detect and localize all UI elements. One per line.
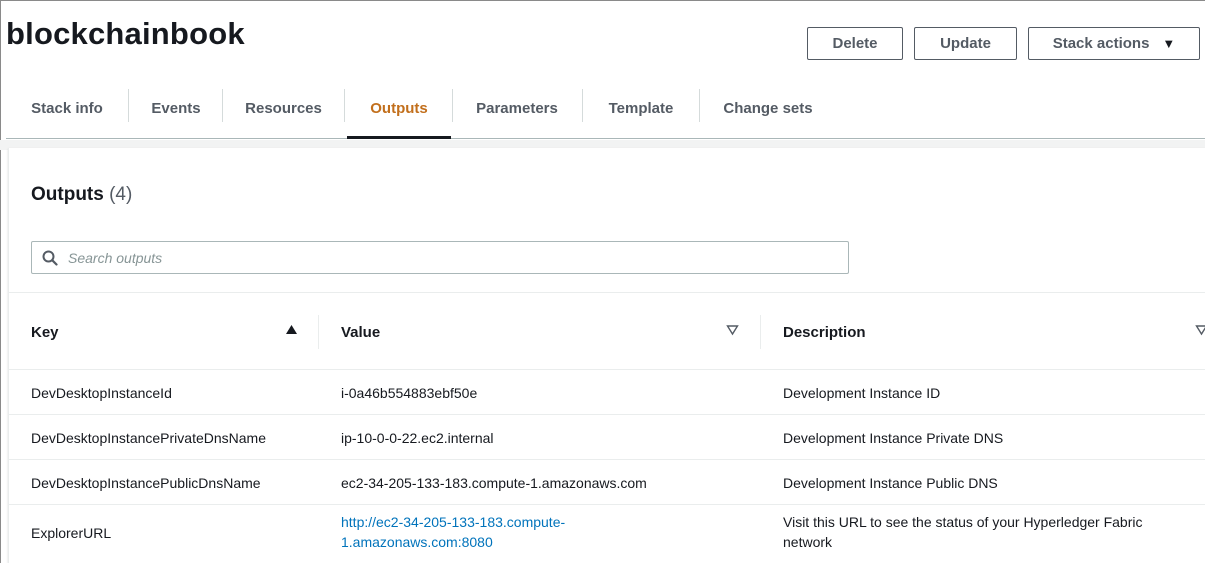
tab-template[interactable]: Template [583, 79, 699, 138]
tab-events[interactable]: Events [129, 79, 223, 138]
tab-resources[interactable]: Resources [223, 79, 344, 138]
outputs-panel: Outputs (4) Key Value Description DevDes… [8, 148, 1205, 563]
caret-down-icon: ▼ [1162, 36, 1176, 51]
output-key: ExplorerURL [31, 525, 112, 541]
table-row: ExplorerURL http://ec2-34-205-133-183.co… [9, 505, 1205, 563]
sort-icon[interactable] [726, 324, 739, 336]
table-row: DevDesktopInstanceId i-0a46b554883ebf50e… [9, 370, 1205, 415]
output-key: DevDesktopInstanceId [31, 385, 172, 401]
output-description: Development Instance ID [783, 385, 941, 401]
search-box [31, 241, 849, 274]
sort-icon[interactable] [1195, 324, 1205, 336]
output-description: Development Instance Public DNS [783, 475, 998, 491]
tab-change-sets[interactable]: Change sets [700, 79, 836, 138]
tab-outputs[interactable]: Outputs [347, 79, 451, 139]
page-title: blockchainbook [6, 16, 245, 51]
output-description: Visit this URL to see the status of your… [783, 512, 1143, 552]
explorer-url-link[interactable]: http://ec2-34-205-133-183.compute- 1.ama… [341, 512, 565, 552]
column-divider [318, 315, 319, 349]
output-key: DevDesktopInstancePublicDnsName [31, 475, 261, 491]
output-value: ip-10-0-0-22.ec2.internal [341, 430, 494, 446]
description-line: network [783, 534, 833, 550]
output-value: i-0a46b554883ebf50e [341, 385, 478, 401]
outputs-count: (4) [109, 184, 133, 205]
output-description: Development Instance Private DNS [783, 430, 1004, 446]
column-header-key[interactable]: Key [31, 293, 59, 371]
stack-actions-button[interactable]: Stack actions ▼ [1028, 27, 1200, 60]
description-line: Visit this URL to see the status of your… [783, 514, 1143, 530]
link-line: 1.amazonaws.com:8080 [341, 534, 493, 550]
outputs-title: Outputs [31, 184, 104, 205]
tab-stack-info[interactable]: Stack info [6, 79, 128, 138]
stack-actions-label: Stack actions [1052, 35, 1150, 52]
search-icon [32, 242, 68, 273]
outputs-heading: Outputs (4) [31, 184, 132, 206]
table-row: DevDesktopInstancePrivateDnsName ip-10-0… [9, 415, 1205, 460]
column-divider [760, 315, 761, 349]
update-button[interactable]: Update [914, 27, 1017, 60]
table-header: Key Value Description [9, 292, 1205, 370]
output-value: ec2-34-205-133-183.compute-1.amazonaws.c… [341, 475, 647, 491]
output-key: DevDesktopInstancePrivateDnsName [31, 430, 266, 446]
column-header-description[interactable]: Description [783, 293, 866, 371]
delete-button[interactable]: Delete [807, 27, 903, 60]
tab-parameters[interactable]: Parameters [453, 79, 581, 138]
tab-separator [344, 89, 345, 122]
column-header-value[interactable]: Value [341, 293, 380, 371]
table-row: DevDesktopInstancePublicDnsName ec2-34-2… [9, 460, 1205, 505]
tab-bar: Stack info Events Resources Outputs Para… [6, 79, 1205, 139]
sort-ascending-icon[interactable] [285, 324, 298, 336]
link-line: http://ec2-34-205-133-183.compute- [341, 514, 566, 530]
search-input[interactable] [68, 249, 828, 266]
